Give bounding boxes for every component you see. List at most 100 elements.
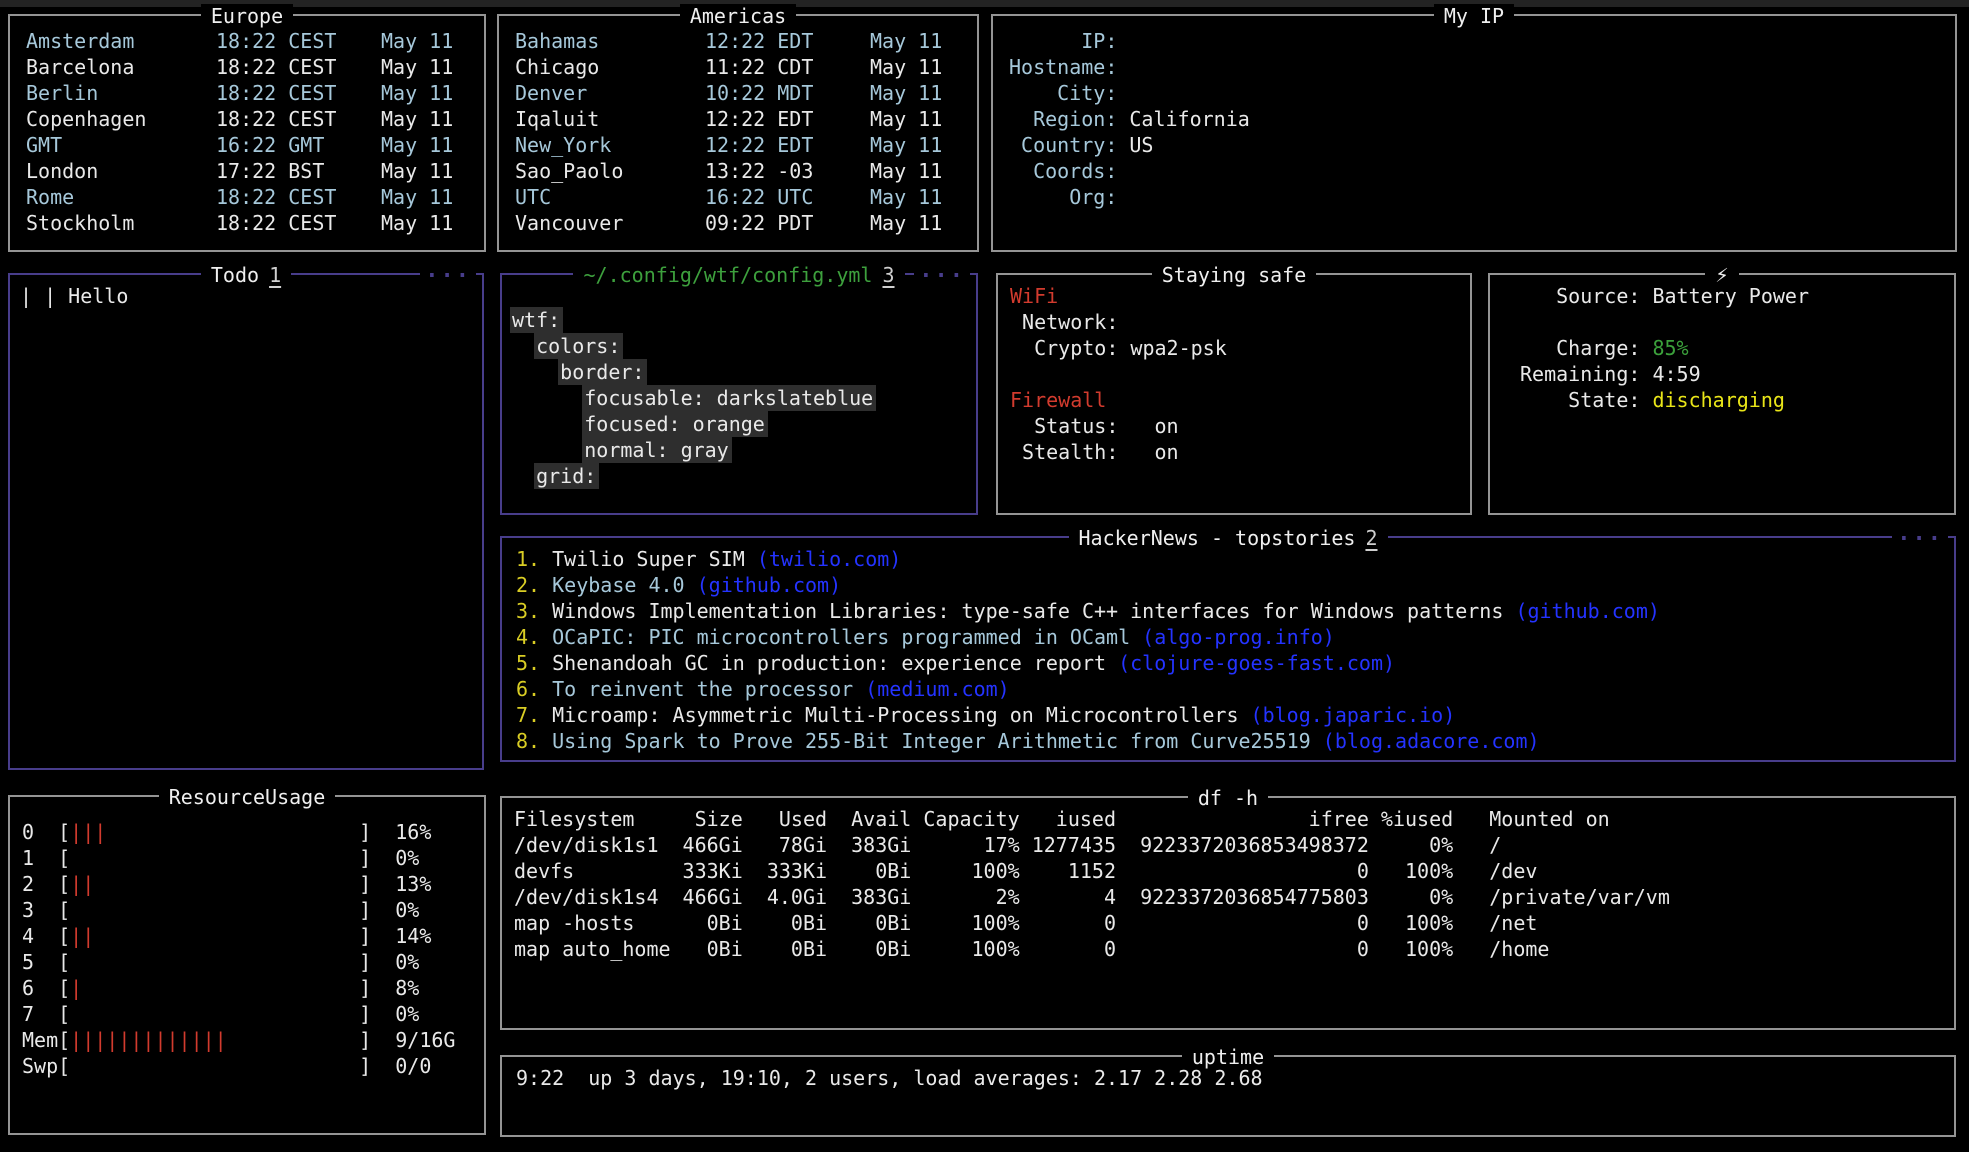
- panel-my-ip: My IP IP:Hostname:City:Region:California…: [991, 14, 1957, 252]
- config-code-line: wtf:: [512, 307, 960, 333]
- resource-usage-bar: [70, 1001, 359, 1027]
- ip-field-row: Country:US: [1009, 132, 1939, 158]
- story-link[interactable]: (github.com): [697, 573, 842, 597]
- config-code-text: focusable: darkslateblue: [584, 385, 873, 411]
- story-link[interactable]: (blog.japaric.io): [1251, 703, 1456, 727]
- df-cell: 466Gi: [671, 832, 743, 858]
- panel-config-file[interactable]: ~/.config/wtf/config.yml3 ... wtf:colors…: [500, 273, 978, 515]
- panel-todo-title-text: Todo1: [201, 263, 291, 287]
- resource-usage-bar: |||: [70, 819, 359, 845]
- ip-field-label: Hostname:: [1009, 54, 1117, 80]
- ip-field-label: Region:: [1009, 106, 1117, 132]
- bracket-close: ]: [359, 1053, 371, 1079]
- story-rank-label: 4.: [516, 625, 540, 649]
- resource-row-label: 3: [22, 897, 58, 923]
- hackernews-story-row[interactable]: 7. Microamp: Asymmetric Multi-Processing…: [516, 702, 1938, 728]
- bracket-close: ]: [359, 845, 371, 871]
- clock-city-label: Bahamas: [515, 28, 705, 54]
- bracket-close: ]: [359, 923, 371, 949]
- df-cell: 17%: [911, 832, 1019, 858]
- bracket-close: ]: [359, 1027, 371, 1053]
- resource-usage-row: Swp[]0/0: [22, 1053, 468, 1079]
- clock-city-label: Berlin: [26, 80, 216, 106]
- hackernews-story-row[interactable]: 8. Using Spark to Prove 255-Bit Integer …: [516, 728, 1938, 754]
- clock-date-value: May 11: [381, 106, 453, 132]
- df-cell: 0Bi: [671, 910, 743, 936]
- clock-row: Bahamas12:22 EDTMay 11: [515, 28, 961, 54]
- df-cell: 100%: [911, 910, 1019, 936]
- clock-time-value: 18:22 CEST: [216, 80, 381, 106]
- staying-safe-lines: WiFi Network: Crypto: wpa2-psk Firewall …: [998, 275, 1470, 465]
- story-link[interactable]: (medium.com): [865, 677, 1010, 701]
- resource-usage-bar: |: [70, 975, 359, 1001]
- df-table: FilesystemSizeUsedAvailCapacityiusedifre…: [502, 798, 1954, 962]
- df-cell: /: [1489, 832, 1501, 858]
- bracket-close: ]: [359, 975, 371, 1001]
- story-link[interactable]: (blog.adacore.com): [1323, 729, 1540, 753]
- bracket-open: [: [58, 949, 70, 975]
- resource-row-value: 13%: [395, 871, 431, 897]
- battery-info-row: Remaining: 4:59: [1520, 361, 1938, 387]
- df-cell: 0: [1020, 910, 1116, 936]
- panel-americas: Americas Bahamas12:22 EDTMay 11Chicago11…: [497, 14, 979, 252]
- hackernews-story-row[interactable]: 3. Windows Implementation Libraries: typ…: [516, 598, 1938, 624]
- clock-row: Barcelona18:22 CESTMay 11: [26, 54, 468, 80]
- battery-field-label: Remaining:: [1520, 362, 1640, 386]
- df-cell: 9223372036854775803: [1116, 884, 1369, 910]
- clock-row: Chicago11:22 CDTMay 11: [515, 54, 961, 80]
- story-rank-label: 8.: [516, 729, 540, 753]
- hackernews-story-row[interactable]: 5. Shenandoah GC in production: experien…: [516, 650, 1938, 676]
- df-cell: 466Gi: [671, 884, 743, 910]
- resource-row-label: 6: [22, 975, 58, 1001]
- clock-row: Berlin18:22 CESTMay 11: [26, 80, 468, 106]
- panel-resource-usage-title: ResourceUsage: [10, 784, 484, 810]
- story-link[interactable]: (github.com): [1515, 599, 1660, 623]
- clock-date-value: May 11: [870, 158, 942, 184]
- df-cell: 1152: [1020, 858, 1116, 884]
- resource-row-value: 8%: [395, 975, 419, 1001]
- clock-time-value: 18:22 CEST: [216, 54, 381, 80]
- clock-date-value: May 11: [381, 132, 453, 158]
- df-data-row: /dev/disk1s4466Gi4.0Gi383Gi2%49223372036…: [514, 884, 1938, 910]
- df-cell: 100%: [1369, 936, 1453, 962]
- story-link[interactable]: (clojure-goes-fast.com): [1118, 651, 1395, 675]
- clock-time-value: 18:22 CEST: [216, 28, 381, 54]
- resource-usage-row: 4[||]14%: [22, 923, 468, 949]
- bracket-open: [: [58, 975, 70, 1001]
- panel-hackernews[interactable]: HackerNews - topstories2 ... 1. Twilio S…: [500, 536, 1956, 762]
- ip-field-label: Org:: [1009, 184, 1117, 210]
- ip-field-row: IP:: [1009, 28, 1939, 54]
- panel-my-ip-title-text: My IP: [1434, 4, 1514, 28]
- resource-usage-bar: [70, 845, 359, 871]
- df-cell: 100%: [1369, 910, 1453, 936]
- config-code-text: normal: gray: [584, 437, 729, 463]
- staying-safe-line: Status: on: [1010, 413, 1454, 439]
- battery-info-row: [1520, 309, 1938, 335]
- clock-time-value: 11:22 CDT: [705, 54, 870, 80]
- clock-time-value: 17:22 BST: [216, 158, 381, 184]
- panel-staying-safe-title-text: Staying safe: [1152, 263, 1317, 287]
- panel-config-title-text: ~/.config/wtf/config.yml3: [573, 263, 904, 287]
- df-cell: 100%: [1369, 858, 1453, 884]
- battery-info-row: State: discharging: [1520, 387, 1938, 413]
- hackernews-story-row[interactable]: 2. Keybase 4.0 (github.com): [516, 572, 1938, 598]
- panel-todo[interactable]: Todo1 ... | | Hello: [8, 273, 484, 770]
- config-code-line: colors:: [512, 333, 960, 359]
- bracket-close: ]: [359, 871, 371, 897]
- resource-row-label: 0: [22, 819, 58, 845]
- resource-usage-row: Mem[|||||||||||||]9/16G: [22, 1027, 468, 1053]
- resource-usage-row: 0[|||]16%: [22, 819, 468, 845]
- hackernews-story-row[interactable]: 6. To reinvent the processor (medium.com…: [516, 676, 1938, 702]
- df-cell: /dev/disk1s4: [514, 884, 671, 910]
- df-cell: 2%: [911, 884, 1019, 910]
- df-cell: map auto_home: [514, 936, 671, 962]
- df-cell: 1277435: [1020, 832, 1116, 858]
- panel-europe-title-text: Europe: [201, 4, 293, 28]
- battery-field-value: 85%: [1640, 336, 1688, 360]
- clock-city-label: Stockholm: [26, 210, 216, 236]
- story-link[interactable]: (algo-prog.info): [1142, 625, 1335, 649]
- hackernews-story-row[interactable]: 4. OCaPIC: PIC microcontrollers programm…: [516, 624, 1938, 650]
- staying-safe-line: Stealth: on: [1010, 439, 1454, 465]
- config-code-line: focusable: darkslateblue: [512, 385, 960, 411]
- bracket-open: [: [58, 845, 70, 871]
